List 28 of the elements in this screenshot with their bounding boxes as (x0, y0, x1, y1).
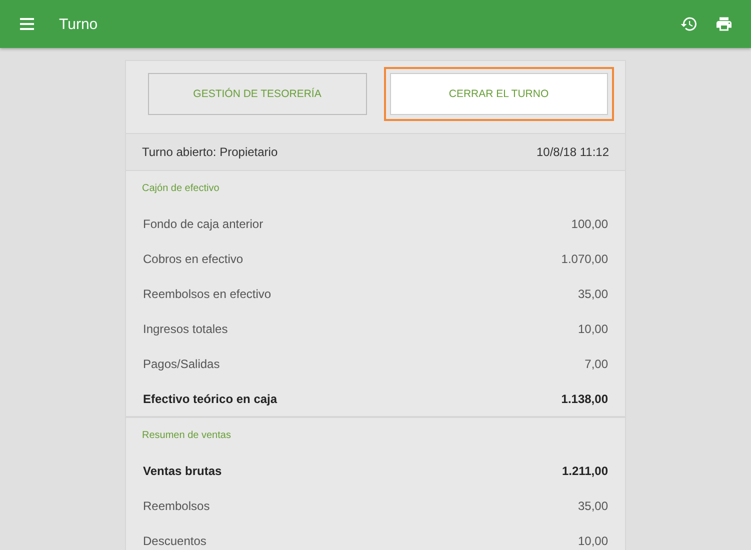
row-value: 35,00 (578, 286, 608, 300)
row-value: 1.070,00 (561, 252, 608, 266)
row-value: 1.138,00 (561, 392, 608, 406)
action-button[interactable]: CERRAR EL TURNO (390, 73, 608, 115)
row-value: 35,00 (578, 498, 608, 512)
app-title: Turno (59, 16, 98, 32)
action-button[interactable]: GESTIÓN DE TESORERÍA (148, 73, 366, 115)
row-label: Descuentos (143, 534, 206, 548)
row-label: Reembolsos en efectivo (143, 286, 272, 300)
row-label: Ingresos totales (143, 322, 228, 336)
row-label: Efectivo teórico en caja (143, 392, 278, 406)
row-value: 100,00 (571, 216, 608, 230)
row-label: Reembolsos (143, 498, 210, 512)
print-icon[interactable] (715, 15, 733, 33)
row-label: Cobros en efectivo (143, 252, 244, 266)
row-value: 10,00 (578, 534, 608, 548)
shift-time: 10/8/18 11:12 (536, 145, 609, 159)
row-label: Fondo de caja anterior (143, 216, 264, 230)
row-value: 7,00 (584, 356, 608, 370)
row-value: 1.211,00 (562, 464, 608, 478)
row-label: Pagos/Salidas (143, 356, 220, 370)
section-heading: Cajón de efectivo (141, 182, 220, 196)
menu-icon[interactable] (20, 18, 34, 30)
row-label: Ventas brutas (143, 464, 222, 478)
section-heading: Resumen de ventas (141, 429, 232, 443)
row-value: 10,00 (578, 322, 608, 336)
history-icon[interactable] (680, 15, 698, 33)
shift-label: Turno abierto: Propietario (142, 145, 278, 159)
